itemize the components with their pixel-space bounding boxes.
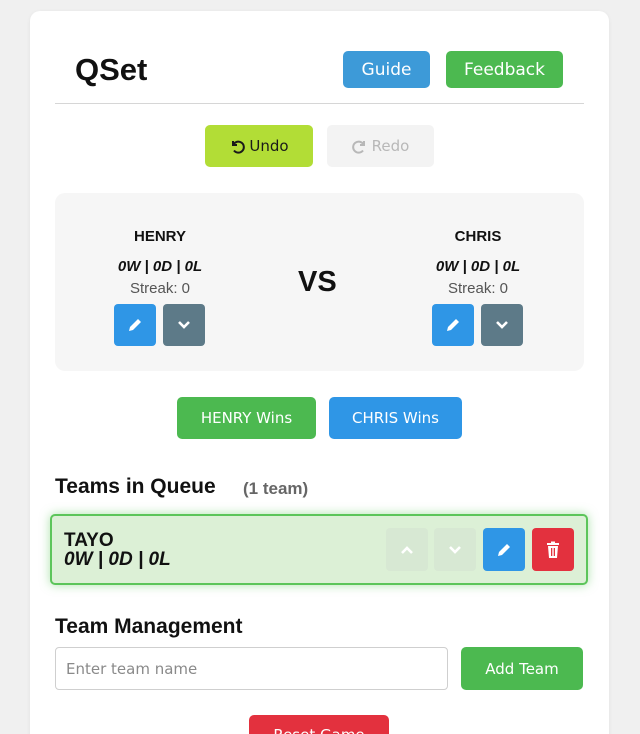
reset-game-button[interactable]: Reset Game bbox=[249, 715, 389, 734]
trash-icon bbox=[547, 541, 559, 558]
redo-label: Redo bbox=[371, 137, 410, 155]
left-team-name: HENRY bbox=[134, 228, 186, 245]
pencil-icon bbox=[447, 319, 459, 331]
pencil-icon bbox=[129, 319, 141, 331]
right-wins-button[interactable]: CHRIS Wins bbox=[329, 397, 462, 439]
chevron-down-icon bbox=[178, 321, 190, 329]
queue-count: (1 team) bbox=[243, 479, 309, 498]
chevron-down-icon bbox=[449, 545, 461, 554]
redo-button[interactable]: Redo bbox=[327, 125, 434, 167]
left-edit-button[interactable] bbox=[114, 304, 156, 346]
management-heading: Team Management bbox=[55, 615, 243, 638]
app-title: QSet bbox=[75, 52, 148, 87]
add-team-button[interactable]: Add Team bbox=[461, 647, 583, 690]
queue-delete-button[interactable] bbox=[532, 528, 574, 571]
queue-item-record: 0W | 0D | 0L bbox=[64, 549, 171, 570]
left-team-record: 0W | 0D | 0L bbox=[117, 258, 203, 275]
left-wins-button[interactable]: HENRY Wins bbox=[177, 397, 316, 439]
undo-icon bbox=[232, 140, 246, 154]
right-team-record: 0W | 0D | 0L bbox=[435, 258, 521, 275]
undo-button[interactable]: Undo bbox=[205, 125, 313, 167]
move-up-button[interactable] bbox=[386, 528, 428, 571]
queue-edit-button[interactable] bbox=[483, 528, 525, 571]
pencil-icon bbox=[498, 543, 510, 556]
team-name-input[interactable] bbox=[55, 647, 448, 690]
feedback-button[interactable]: Feedback bbox=[446, 51, 563, 88]
chevron-down-icon bbox=[496, 321, 508, 329]
right-team-name: CHRIS bbox=[454, 228, 502, 245]
vs-label: VS bbox=[298, 266, 337, 298]
move-down-button[interactable] bbox=[434, 528, 476, 571]
left-team-streak: Streak: 0 bbox=[129, 280, 191, 297]
undo-label: Undo bbox=[249, 137, 289, 155]
redo-icon bbox=[351, 140, 365, 154]
guide-button[interactable]: Guide bbox=[343, 51, 430, 88]
right-edit-button[interactable] bbox=[432, 304, 474, 346]
left-dropdown-button[interactable] bbox=[163, 304, 205, 346]
header-divider bbox=[55, 103, 584, 104]
right-dropdown-button[interactable] bbox=[481, 304, 523, 346]
right-team-streak: Streak: 0 bbox=[447, 280, 509, 297]
queue-heading: Teams in Queue bbox=[55, 475, 216, 498]
chevron-up-icon bbox=[401, 545, 413, 554]
